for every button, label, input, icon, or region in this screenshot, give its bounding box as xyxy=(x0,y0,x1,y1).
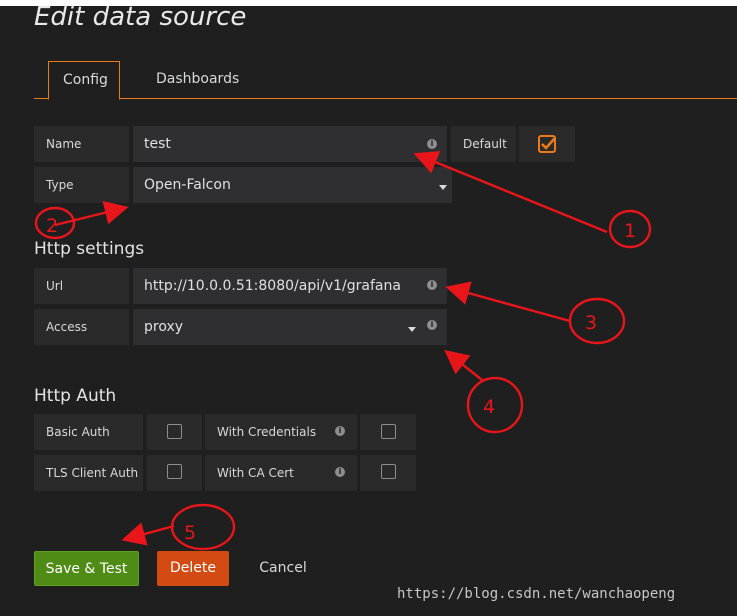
annotation-label-1: 1 xyxy=(624,220,636,242)
annotation-arrow-1 xyxy=(413,151,608,234)
annotation-arrow-3 xyxy=(445,281,571,323)
annotation-label-5: 5 xyxy=(184,522,196,544)
annotation-label-3: 3 xyxy=(585,312,597,334)
annotation-overlay: 1 2 3 4 5 xyxy=(34,151,652,551)
annotation-arrow-5 xyxy=(121,522,175,546)
annotation-label-4: 4 xyxy=(483,396,495,418)
watermark: https://blog.csdn.net/wanchaopeng xyxy=(397,586,676,602)
annotation-label-2: 2 xyxy=(46,215,58,237)
annotation-arrow-4 xyxy=(444,350,483,381)
annotation-circle-5 xyxy=(170,503,236,551)
